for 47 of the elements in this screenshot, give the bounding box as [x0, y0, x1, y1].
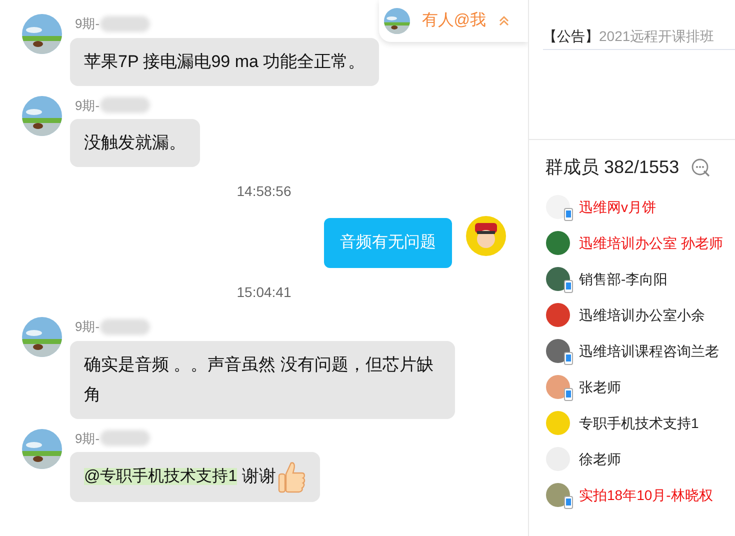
timestamp: 15:04:41	[236, 283, 292, 302]
member-avatar	[546, 231, 570, 255]
sent-message-bubble: 音频有无问题	[324, 218, 452, 268]
message-bubble: @专职手机技术支持1 谢谢	[70, 452, 320, 502]
member-name: 张老师	[579, 378, 621, 396]
blurred-name	[100, 318, 150, 335]
member-item[interactable]: 专职手机技术支持1	[546, 411, 735, 435]
timestamp: 14:58:56	[236, 182, 292, 201]
member-item[interactable]: 实拍18年10月-林晓权	[546, 483, 735, 507]
sender-name: 9期-	[75, 430, 100, 448]
member-item[interactable]: 徐老师	[546, 447, 735, 471]
sender-name: 9期-	[75, 96, 100, 114]
landscape-avatar	[22, 14, 62, 54]
blurred-name	[100, 16, 150, 32]
member-item[interactable]: 销售部-李向阳	[546, 267, 735, 291]
landscape-avatar	[384, 8, 410, 34]
member-avatar	[546, 411, 570, 435]
blurred-name	[100, 97, 150, 114]
member-item[interactable]: 迅维培训办公室小余	[546, 303, 735, 327]
landscape-avatar	[22, 317, 62, 357]
message-bubble: 没触发就漏。	[70, 119, 200, 167]
message-bubble: 苹果7P 接电漏电99 ma 功能全正常。	[70, 38, 380, 86]
member-name: 迅维培训办公室小余	[579, 306, 705, 324]
member-name: 迅维网v月饼	[579, 198, 656, 216]
member-item[interactable]: 迅维网v月饼	[546, 195, 735, 219]
member-item[interactable]: 迅维培训办公室 孙老师	[546, 231, 735, 255]
landscape-avatar	[22, 428, 62, 468]
member-avatar	[546, 303, 570, 327]
double-chevron-up-icon	[498, 15, 510, 27]
member-name: 迅维培训办公室 孙老师	[579, 234, 723, 252]
member-name: 徐老师	[579, 450, 621, 468]
blurred-name	[100, 430, 150, 446]
landscape-avatar	[22, 96, 62, 136]
mention[interactable]: @专职手机技术支持1	[84, 468, 238, 486]
member-item[interactable]: 张老师	[546, 375, 735, 399]
cartoon-avatar	[466, 216, 506, 256]
sender-name: 9期-	[75, 318, 100, 336]
member-name: 专职手机技术支持1	[579, 414, 699, 432]
member-name: 实拍18年10月-林晓权	[579, 486, 713, 504]
member-name: 销售部-李向阳	[579, 270, 668, 288]
member-item[interactable]: 迅维培训课程咨询兰老	[546, 339, 735, 363]
announcement[interactable]: 【公告】2021远程开课排班	[543, 26, 735, 50]
sender-name: 9期-	[75, 15, 100, 33]
message-bubble: 确实是音频 。。声音虽然 没有问题，但芯片缺角	[70, 340, 455, 418]
members-title: 群成员 382/1553	[545, 156, 680, 179]
search-members-icon[interactable]	[691, 158, 712, 178]
member-name: 迅维培训课程咨询兰老	[579, 342, 719, 360]
